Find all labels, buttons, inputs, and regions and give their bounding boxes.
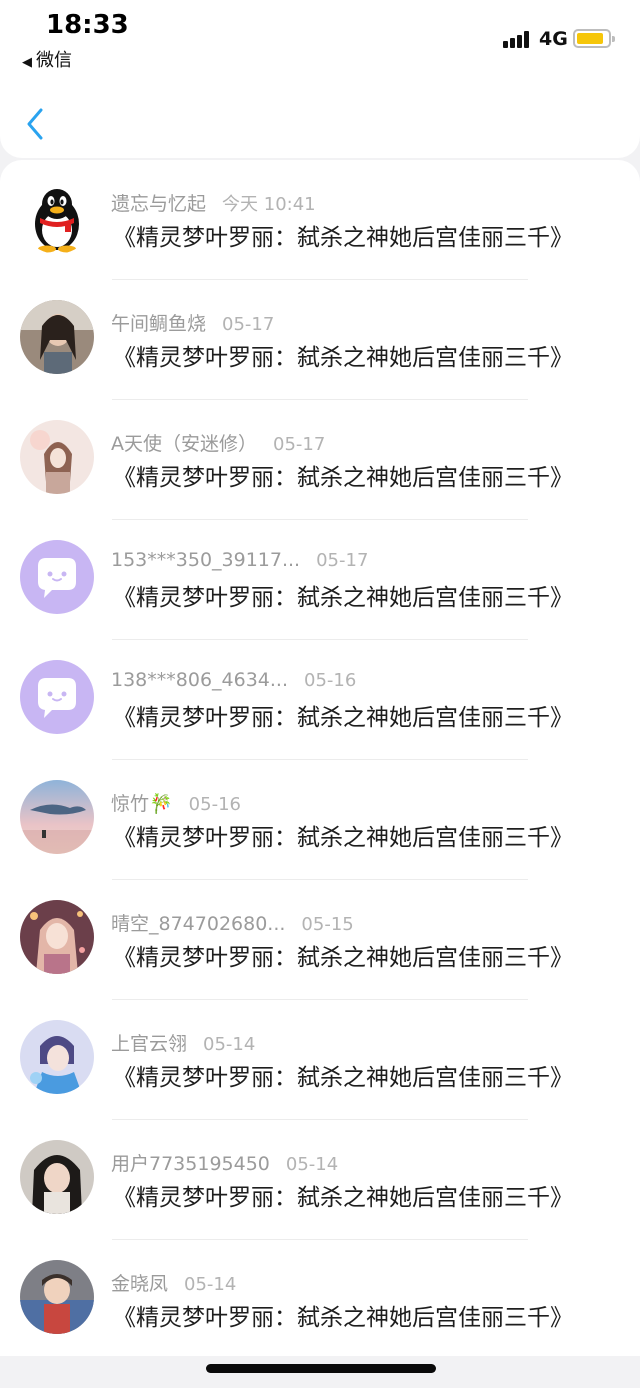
avatar[interactable] [20, 540, 94, 614]
message-date: 05-14 [285, 1154, 339, 1175]
sender-name: 遗忘与忆起 [111, 193, 207, 215]
message-date: 05-16 [188, 794, 241, 815]
sender-meta: 遗忘与忆起 今天 10:41 [111, 189, 316, 216]
top-bar: 18:33 ◀ 微信 4G [0, 0, 640, 158]
list-item[interactable]: 用户7735195450 05-14 《精灵梦叶罗丽：弑杀之神她后宫佳丽三千》 [0, 1120, 640, 1240]
sender-meta: 惊竹🎋 05-16 [111, 789, 241, 816]
message-text: 《精灵梦叶罗丽：弑杀之神她后宫佳丽三千》 [113, 1185, 573, 1211]
network-type: 4G [539, 28, 568, 50]
avatar[interactable] [20, 300, 94, 374]
sender-meta: 153***350_39117... 05-17 [111, 549, 368, 571]
back-app-label: 微信 [36, 50, 72, 71]
message-text: 《精灵梦叶罗丽：弑杀之神她后宫佳丽三千》 [113, 825, 573, 851]
sender-meta: A天使（安迷修） 05-17 [111, 429, 325, 456]
sender-name: 午间鲷鱼烧 [111, 313, 207, 335]
list-item[interactable]: 153***350_39117... 05-17 《精灵梦叶罗丽：弑杀之神她后宫佳… [0, 520, 640, 640]
message-text: 《精灵梦叶罗丽：弑杀之神她后宫佳丽三千》 [113, 585, 573, 611]
list-item[interactable]: 惊竹🎋 05-16 《精灵梦叶罗丽：弑杀之神她后宫佳丽三千》 [0, 760, 640, 880]
list-item[interactable]: 138***806_4634... 05-16 《精灵梦叶罗丽：弑杀之神她后宫佳丽… [0, 640, 640, 760]
avatar[interactable] [20, 660, 94, 734]
message-text: 《精灵梦叶罗丽：弑杀之神她后宫佳丽三千》 [113, 705, 573, 731]
avatar[interactable] [20, 900, 94, 974]
sender-name: 惊竹🎋 [111, 793, 173, 815]
avatar[interactable] [20, 420, 94, 494]
sender-name: 上官云翎 [111, 1033, 188, 1055]
message-text: 《精灵梦叶罗丽：弑杀之神她后宫佳丽三千》 [113, 1065, 573, 1091]
message-list: 遗忘与忆起 今天 10:41 《精灵梦叶罗丽：弑杀之神她后宫佳丽三千》 午间鲷鱼烧… [0, 160, 640, 1356]
list-item[interactable]: 遗忘与忆起 今天 10:41 《精灵梦叶罗丽：弑杀之神她后宫佳丽三千》 [0, 160, 640, 280]
sender-meta: 上官云翎 05-14 [111, 1029, 255, 1056]
message-date: 今天 10:41 [222, 194, 316, 215]
avatar[interactable] [20, 1140, 94, 1214]
list-item[interactable]: 金晓凤 05-14 《精灵梦叶罗丽：弑杀之神她后宫佳丽三千》 [0, 1240, 640, 1360]
message-date: 05-16 [304, 670, 357, 691]
sender-meta: 金晓凤 05-14 [111, 1269, 236, 1296]
message-date: 05-15 [301, 914, 354, 935]
message-text: 《精灵梦叶罗丽：弑杀之神她后宫佳丽三千》 [113, 1305, 573, 1331]
battery-icon [573, 29, 615, 48]
list-item[interactable]: 午间鲷鱼烧 05-17 《精灵梦叶罗丽：弑杀之神她后宫佳丽三千》 [0, 280, 640, 400]
home-indicator[interactable] [206, 1364, 436, 1373]
avatar[interactable] [20, 1260, 94, 1334]
status-time: 18:33 [46, 10, 129, 40]
message-text: 《精灵梦叶罗丽：弑杀之神她后宫佳丽三千》 [113, 345, 573, 371]
sender-name: 153***350_39117... [111, 549, 301, 571]
message-text: 《精灵梦叶罗丽：弑杀之神她后宫佳丽三千》 [113, 225, 573, 251]
sender-meta: 午间鲷鱼烧 05-17 [111, 309, 274, 336]
list-item[interactable]: 晴空_874702680... 05-15 《精灵梦叶罗丽：弑杀之神她后宫佳丽三千… [0, 880, 640, 1000]
list-item[interactable]: A天使（安迷修） 05-17 《精灵梦叶罗丽：弑杀之神她后宫佳丽三千》 [0, 400, 640, 520]
message-date: 05-17 [222, 314, 275, 335]
message-text: 《精灵梦叶罗丽：弑杀之神她后宫佳丽三千》 [113, 465, 573, 491]
back-to-app-link[interactable]: ◀ 微信 [22, 46, 72, 72]
sender-meta: 晴空_874702680... 05-15 [111, 909, 354, 936]
sender-meta: 138***806_4634... 05-16 [111, 669, 356, 691]
back-triangle-icon: ◀ [22, 55, 32, 70]
list-item[interactable]: 上官云翎 05-14 《精灵梦叶罗丽：弑杀之神她后宫佳丽三千》 [0, 1000, 640, 1120]
avatar[interactable] [20, 1020, 94, 1094]
sender-name: 用户7735195450 [111, 1153, 270, 1175]
sender-name: 晴空_874702680... [111, 913, 286, 935]
message-date: 05-14 [184, 1274, 237, 1295]
cellular-signal-icon [503, 30, 533, 48]
sender-name: 138***806_4634... [111, 669, 289, 691]
message-date: 05-14 [203, 1034, 256, 1055]
chevron-left-icon[interactable] [22, 104, 54, 144]
message-text: 《精灵梦叶罗丽：弑杀之神她后宫佳丽三千》 [113, 945, 573, 971]
message-date: 05-17 [273, 434, 326, 455]
sender-meta: 用户7735195450 05-14 [111, 1149, 338, 1176]
avatar[interactable] [20, 180, 94, 254]
sender-name: A天使（安迷修） [111, 433, 257, 455]
message-date: 05-17 [316, 550, 369, 571]
sender-name: 金晓凤 [111, 1273, 169, 1295]
avatar[interactable] [20, 780, 94, 854]
